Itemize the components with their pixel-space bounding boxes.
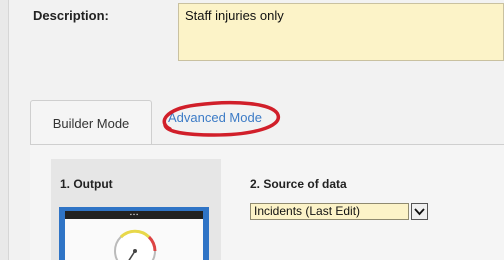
output-column: 1. Output ▪ ▪ ▪ — [51, 159, 221, 260]
chevron-down-icon[interactable] — [411, 203, 428, 220]
source-title: 2. Source of data — [250, 177, 347, 191]
output-title: 1. Output — [60, 177, 113, 191]
source-select[interactable]: Incidents (Last Edit) — [250, 203, 428, 220]
description-label: Description: — [33, 8, 109, 23]
tab-builder-mode[interactable]: Builder Mode — [30, 100, 152, 146]
builder-content: 1. Output ▪ ▪ ▪ 2. Source of data Incide… — [30, 144, 504, 260]
gauge-icon — [114, 229, 157, 260]
description-field[interactable]: Staff injuries only — [178, 3, 504, 61]
output-preview-thumbnail[interactable]: ▪ ▪ ▪ — [59, 207, 209, 260]
thumbnail-title-bar: ▪ ▪ ▪ — [65, 211, 203, 219]
tab-builder-mode-label: Builder Mode — [52, 116, 130, 131]
annotation-circle — [162, 100, 280, 137]
source-select-value[interactable]: Incidents (Last Edit) — [250, 203, 409, 220]
thumbnail-window — [65, 219, 203, 260]
